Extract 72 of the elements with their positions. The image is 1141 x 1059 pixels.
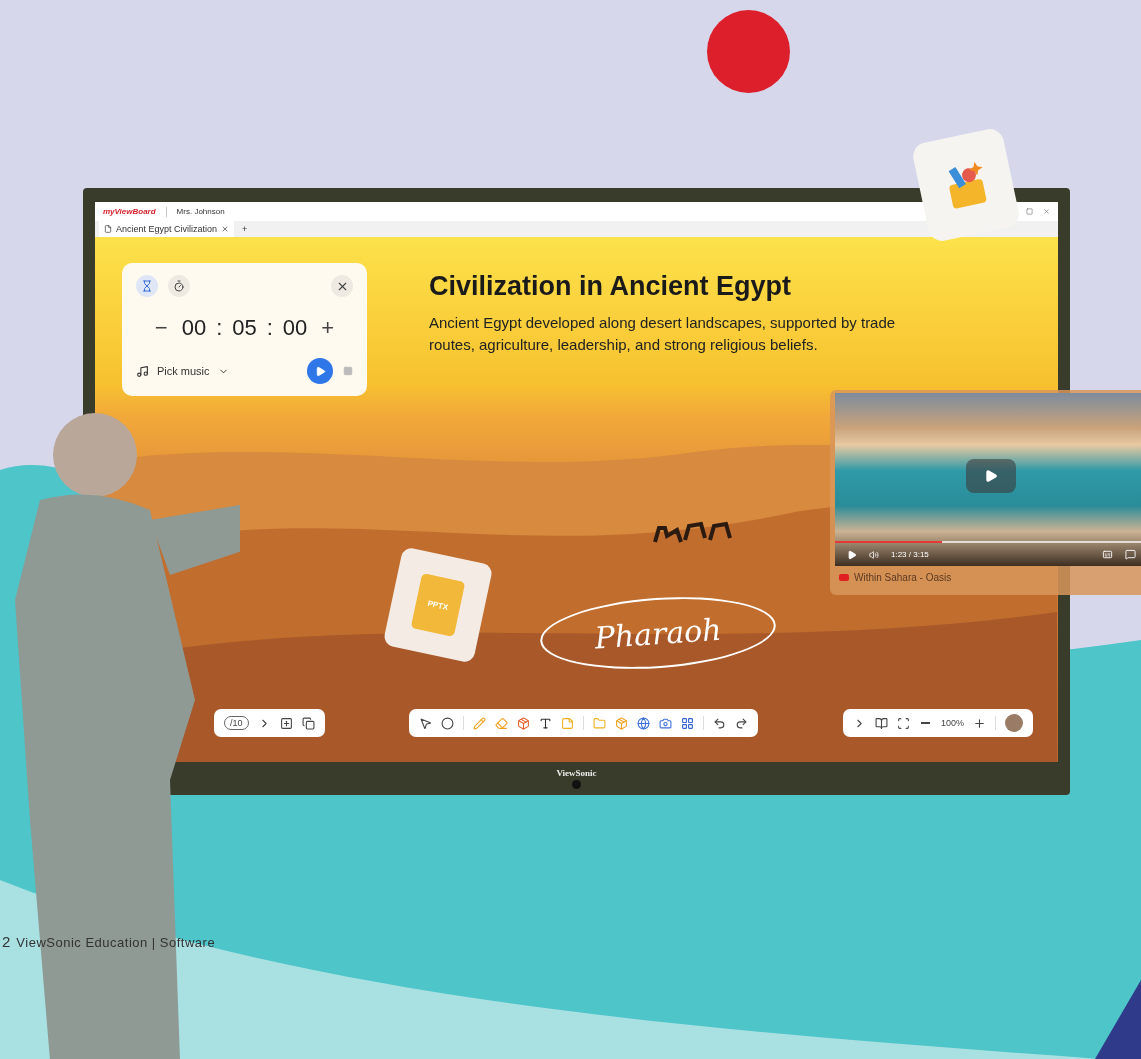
video-logo-icon <box>839 574 849 581</box>
app-logo: myViewBoard <box>103 207 156 216</box>
lasso-tool[interactable] <box>441 716 455 730</box>
seconds-value: 00 <box>282 314 308 341</box>
globe-tool[interactable] <box>637 716 651 730</box>
fit-tool[interactable] <box>896 716 910 730</box>
time-separator: : <box>266 314 273 341</box>
pointer-tool[interactable] <box>419 716 433 730</box>
play-button[interactable] <box>966 459 1016 493</box>
close-button[interactable] <box>331 275 353 297</box>
hours-value: 00 <box>181 314 207 341</box>
music-dropdown[interactable]: Pick music <box>136 364 229 378</box>
captions-icon[interactable] <box>1102 549 1113 560</box>
minutes-value: 05 <box>232 314 257 341</box>
redo-tool[interactable] <box>735 716 749 730</box>
decrease-button[interactable]: − <box>150 314 172 341</box>
slide-text: Ancient Egypt developed along desert landscapes, supported by trade routes, agriculture, leadership, and strong religious beliefs. <box>429 313 897 355</box>
fit-icon <box>896 716 910 730</box>
zoom-level: 100% <box>940 718 964 728</box>
pointer-icon <box>419 716 433 730</box>
increase-button[interactable]: + <box>317 314 339 341</box>
document-icon <box>104 225 112 233</box>
globe-icon <box>637 716 651 730</box>
grid-tool[interactable] <box>681 716 695 730</box>
play-icon <box>314 365 326 377</box>
chat-icon[interactable] <box>1125 549 1136 560</box>
time-separator: : <box>216 314 223 341</box>
browser-tab[interactable]: Ancient Egypt Civilization <box>99 221 235 237</box>
volume-icon[interactable] <box>869 549 879 560</box>
camera-tool[interactable] <box>659 716 673 730</box>
text-icon <box>539 716 553 730</box>
brand-label: ViewSonic <box>556 768 597 778</box>
page-number: 2 <box>2 933 11 950</box>
zoom-in-icon <box>973 716 986 730</box>
pptx-label: PPTX <box>410 573 466 637</box>
toolbox-icon <box>615 716 629 730</box>
grid-icon <box>681 716 695 730</box>
book-icon <box>874 716 888 730</box>
signature-text: Pharaoh <box>593 611 723 655</box>
undo-tool[interactable] <box>713 716 727 730</box>
sticky-note-icon <box>561 716 575 730</box>
video-title: Within Sahara - Oasis <box>854 572 952 583</box>
copy-page-tool[interactable] <box>301 716 315 730</box>
zoom-in-tool[interactable] <box>973 716 986 730</box>
avatar[interactable] <box>1005 714 1023 732</box>
user-name: Mrs. Johnson <box>176 207 225 216</box>
close-icon[interactable] <box>221 225 230 233</box>
redo-icon <box>735 716 749 730</box>
pencil-icon <box>473 716 487 730</box>
stop-icon <box>343 366 353 376</box>
add-page-tool[interactable] <box>279 716 293 730</box>
new-tab-button[interactable]: + <box>242 224 248 234</box>
add-page-icon <box>279 716 293 730</box>
book-tool[interactable] <box>874 716 888 730</box>
eraser-icon <box>495 716 509 730</box>
video-time: 1:23 / 3:15 <box>891 550 929 559</box>
play-icon[interactable] <box>847 549 857 560</box>
stopwatch-tab[interactable] <box>168 275 190 297</box>
camera-icon <box>659 716 673 730</box>
camera-lens <box>572 780 581 789</box>
stopwatch-icon <box>173 280 185 292</box>
play-button[interactable] <box>307 358 333 384</box>
slide-title: Civilization in Ancient Egypt <box>429 271 793 302</box>
hourglass-icon <box>141 280 153 292</box>
text-tool[interactable] <box>539 716 553 730</box>
music-note-icon <box>136 364 149 378</box>
play-icon <box>984 469 998 483</box>
lasso-icon <box>441 716 455 730</box>
folder-icon <box>593 716 607 730</box>
countdown-tab[interactable] <box>136 275 158 297</box>
copy-page-icon <box>301 716 315 730</box>
undo-icon <box>713 716 727 730</box>
